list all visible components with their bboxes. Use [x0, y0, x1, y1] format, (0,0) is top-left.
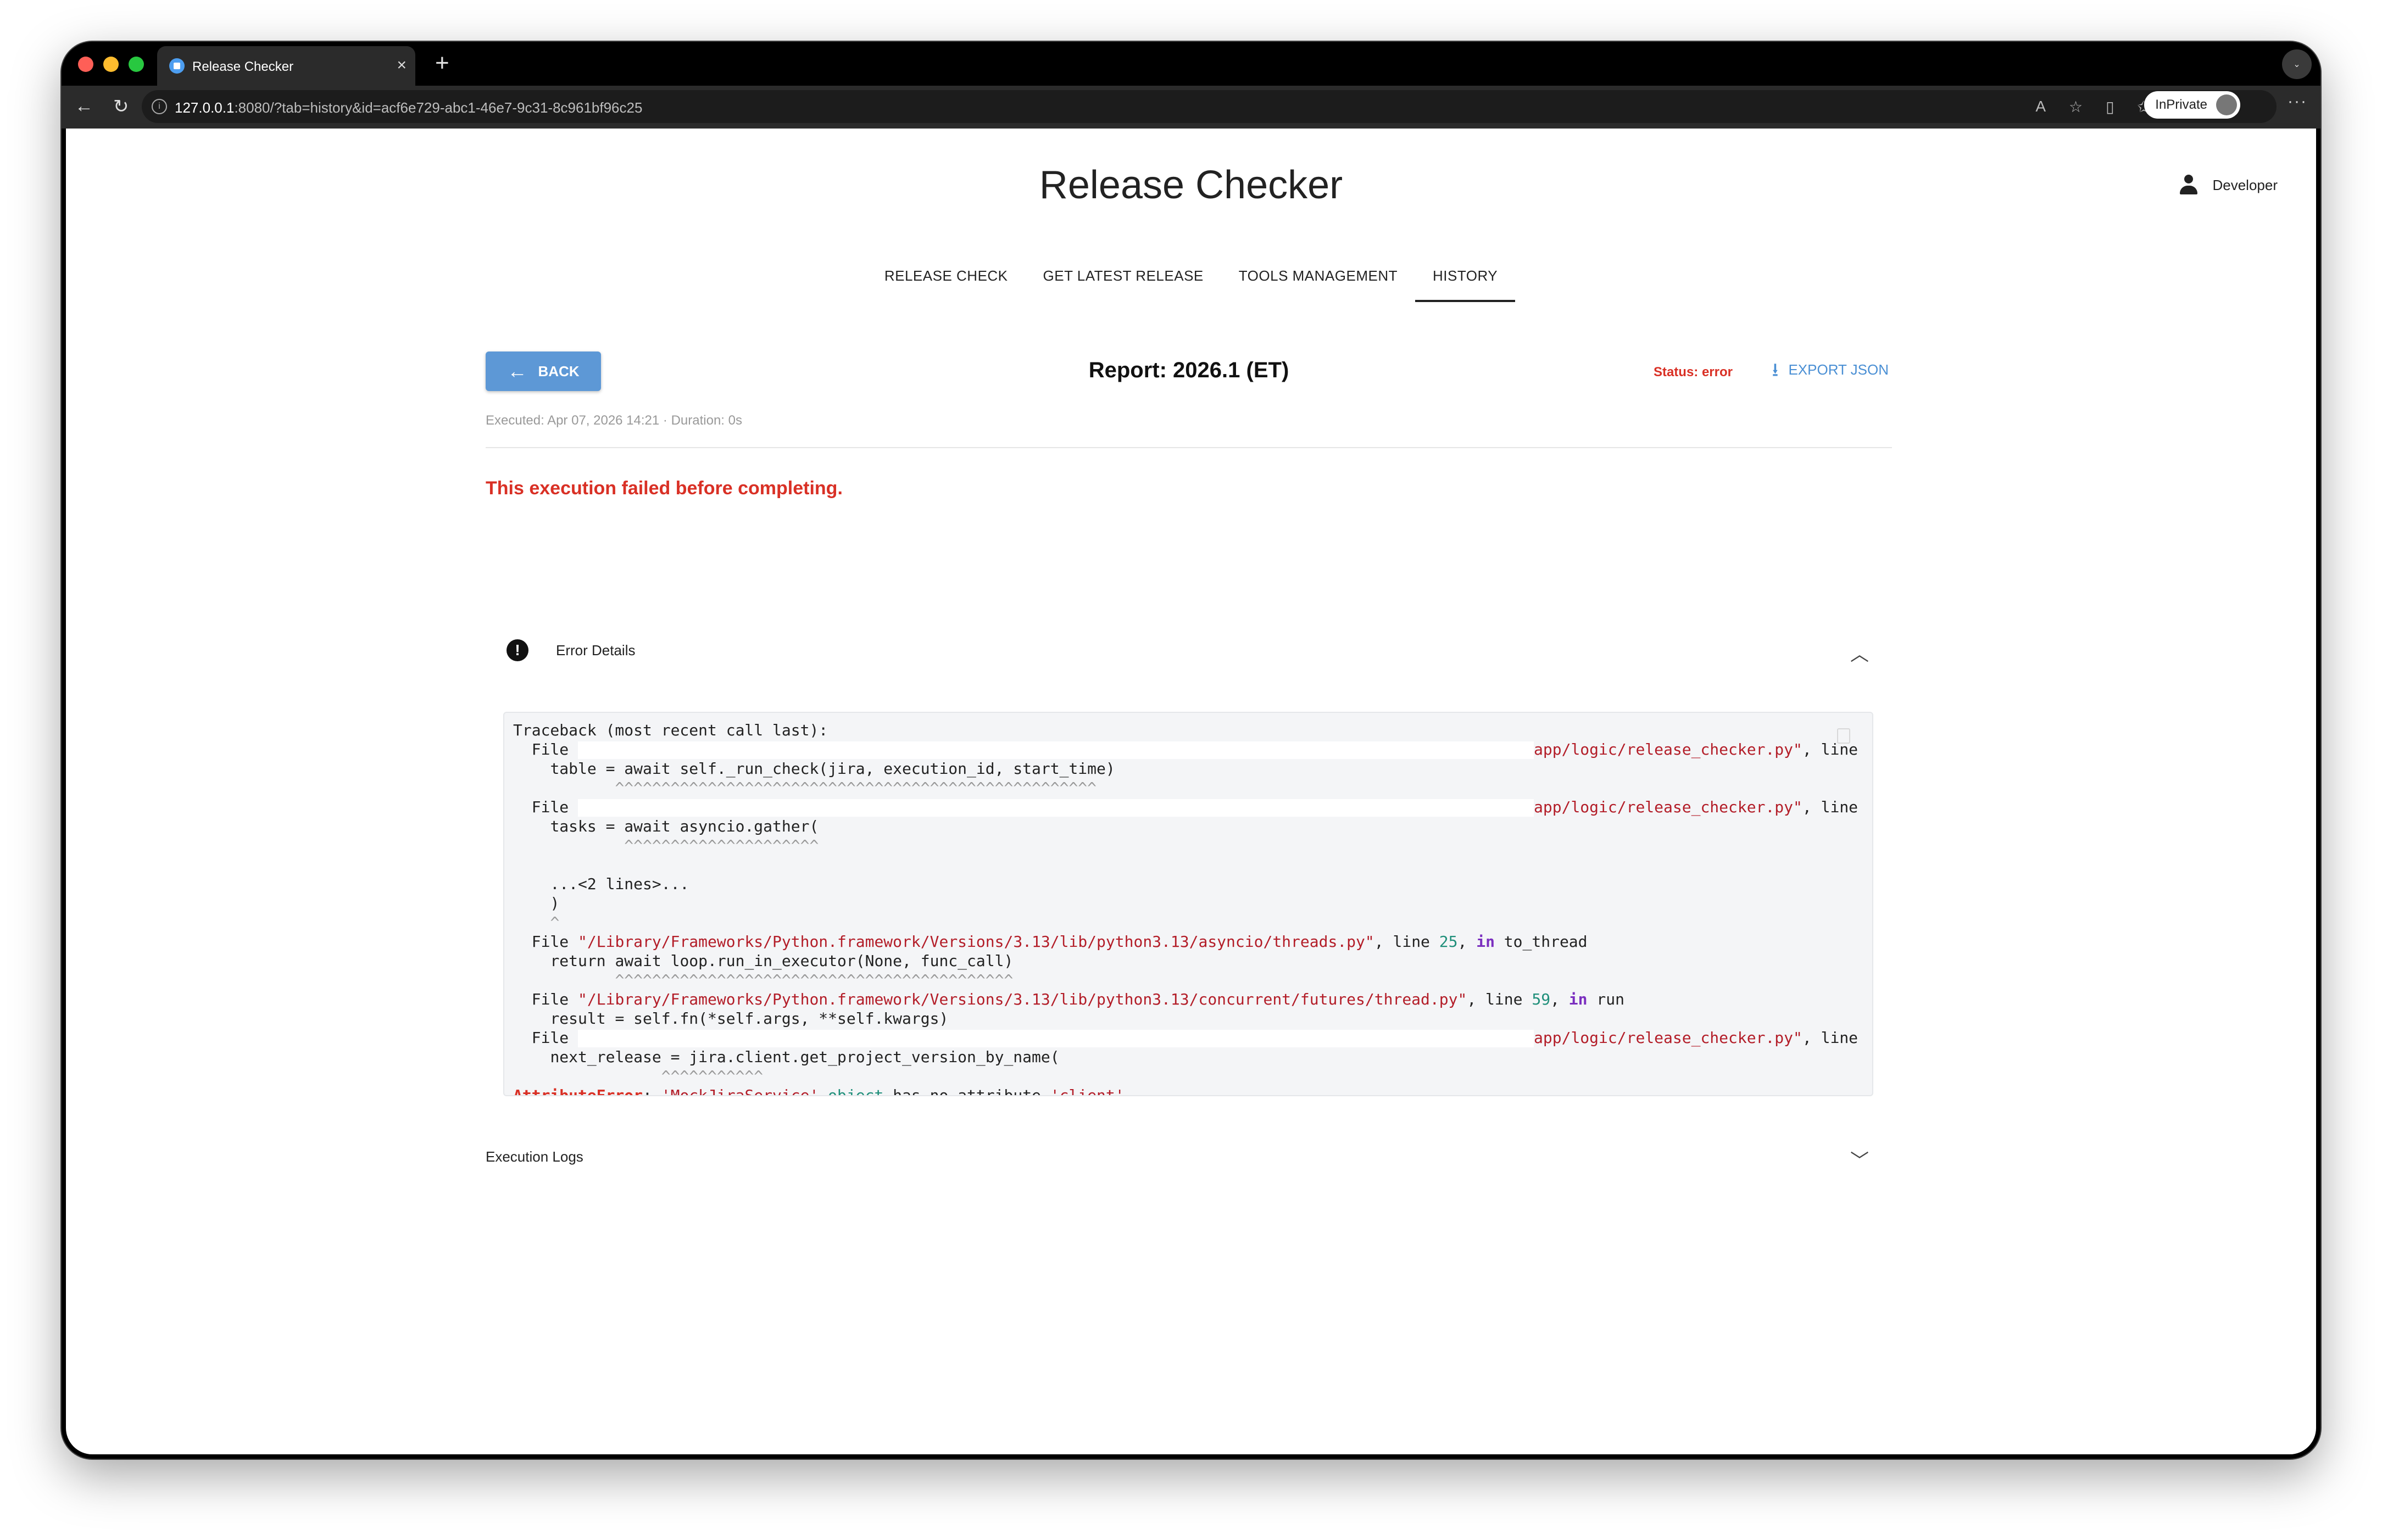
tab-strip: Release Checker × + ⌄: [62, 42, 2320, 86]
maximize-window-button[interactable]: [129, 57, 144, 72]
reload-icon[interactable]: ↻: [113, 96, 129, 118]
profile-avatar: [2216, 94, 2237, 115]
person-icon: [2179, 175, 2198, 196]
chevron-up-icon[interactable]: ︿: [1850, 639, 1869, 666]
address-bar[interactable]: i 127.0.0.1:8080/?tab=history&id=acf6e72…: [142, 90, 2277, 123]
tab-tools-management[interactable]: TOOLS MANAGEMENT: [1221, 258, 1415, 302]
split-screen-icon[interactable]: ▯: [2106, 98, 2114, 116]
browser-tab[interactable]: Release Checker ×: [157, 46, 415, 86]
copy-icon[interactable]: [1837, 728, 1850, 744]
export-json-label: EXPORT JSON: [1788, 361, 1889, 378]
exclamation-icon: !: [507, 639, 528, 661]
more-menu-icon[interactable]: ···: [2288, 92, 2307, 111]
error-details-label: Error Details: [556, 641, 636, 659]
favicon-icon: [169, 58, 185, 74]
close-tab-icon[interactable]: ×: [397, 56, 407, 75]
app-title: Release Checker: [1039, 163, 1343, 207]
url-text[interactable]: 127.0.0.1:8080/?tab=history&id=acf6e729-…: [175, 99, 642, 116]
web-page: Release Checker Developer RELEASE CHECK …: [66, 129, 2316, 1454]
chevron-down-icon[interactable]: ﹀: [1850, 1146, 1869, 1173]
error-details-header[interactable]: ! Error Details ︿: [503, 634, 1874, 667]
failure-message: This execution failed before completing.: [486, 478, 843, 499]
close-window-button[interactable]: [78, 57, 93, 72]
execution-logs-header[interactable]: Execution Logs ﹀: [486, 1140, 1874, 1173]
download-icon: ⭳: [1772, 359, 1779, 381]
favorite-star-icon[interactable]: ☆: [2069, 98, 2083, 116]
browser-toolbar: ← ↻ i 127.0.0.1:8080/?tab=history&id=acf…: [62, 86, 2320, 129]
minimize-window-button[interactable]: [103, 57, 119, 72]
browser-tab-title: Release Checker: [192, 59, 294, 74]
execution-meta: Executed: Apr 07, 2026 14:21 · Duration:…: [486, 413, 742, 428]
tab-list-chevron-icon[interactable]: ⌄: [2282, 49, 2312, 79]
user-menu[interactable]: Developer: [2179, 175, 2278, 196]
user-name: Developer: [2212, 176, 2278, 193]
status-badge: Status: error: [1653, 365, 1733, 380]
tab-history[interactable]: HISTORY: [1415, 258, 1516, 302]
tab-get-latest-release[interactable]: GET LATEST RELEASE: [1026, 258, 1221, 302]
traceback-block: Traceback (most recent call last): File …: [503, 712, 1873, 1096]
read-aloud-icon[interactable]: A: [2035, 98, 2046, 116]
site-info-icon[interactable]: i: [152, 99, 167, 114]
divider: [486, 447, 1892, 448]
tab-release-check[interactable]: RELEASE CHECK: [867, 258, 1026, 302]
new-tab-icon[interactable]: +: [435, 49, 449, 77]
traceback-text: Traceback (most recent call last): File …: [513, 721, 1858, 1096]
execution-logs-label: Execution Logs: [486, 1148, 583, 1165]
inprivate-badge[interactable]: InPrivate: [2144, 91, 2240, 119]
main-nav: RELEASE CHECK GET LATEST RELEASE TOOLS M…: [66, 258, 2316, 302]
browser-window: Release Checker × + ⌄ ← ↻ i 127.0.0.1:80…: [62, 42, 2320, 1459]
export-json-button[interactable]: ⭳ EXPORT JSON: [1772, 359, 1889, 381]
back-arrow-icon[interactable]: ←: [75, 96, 93, 117]
